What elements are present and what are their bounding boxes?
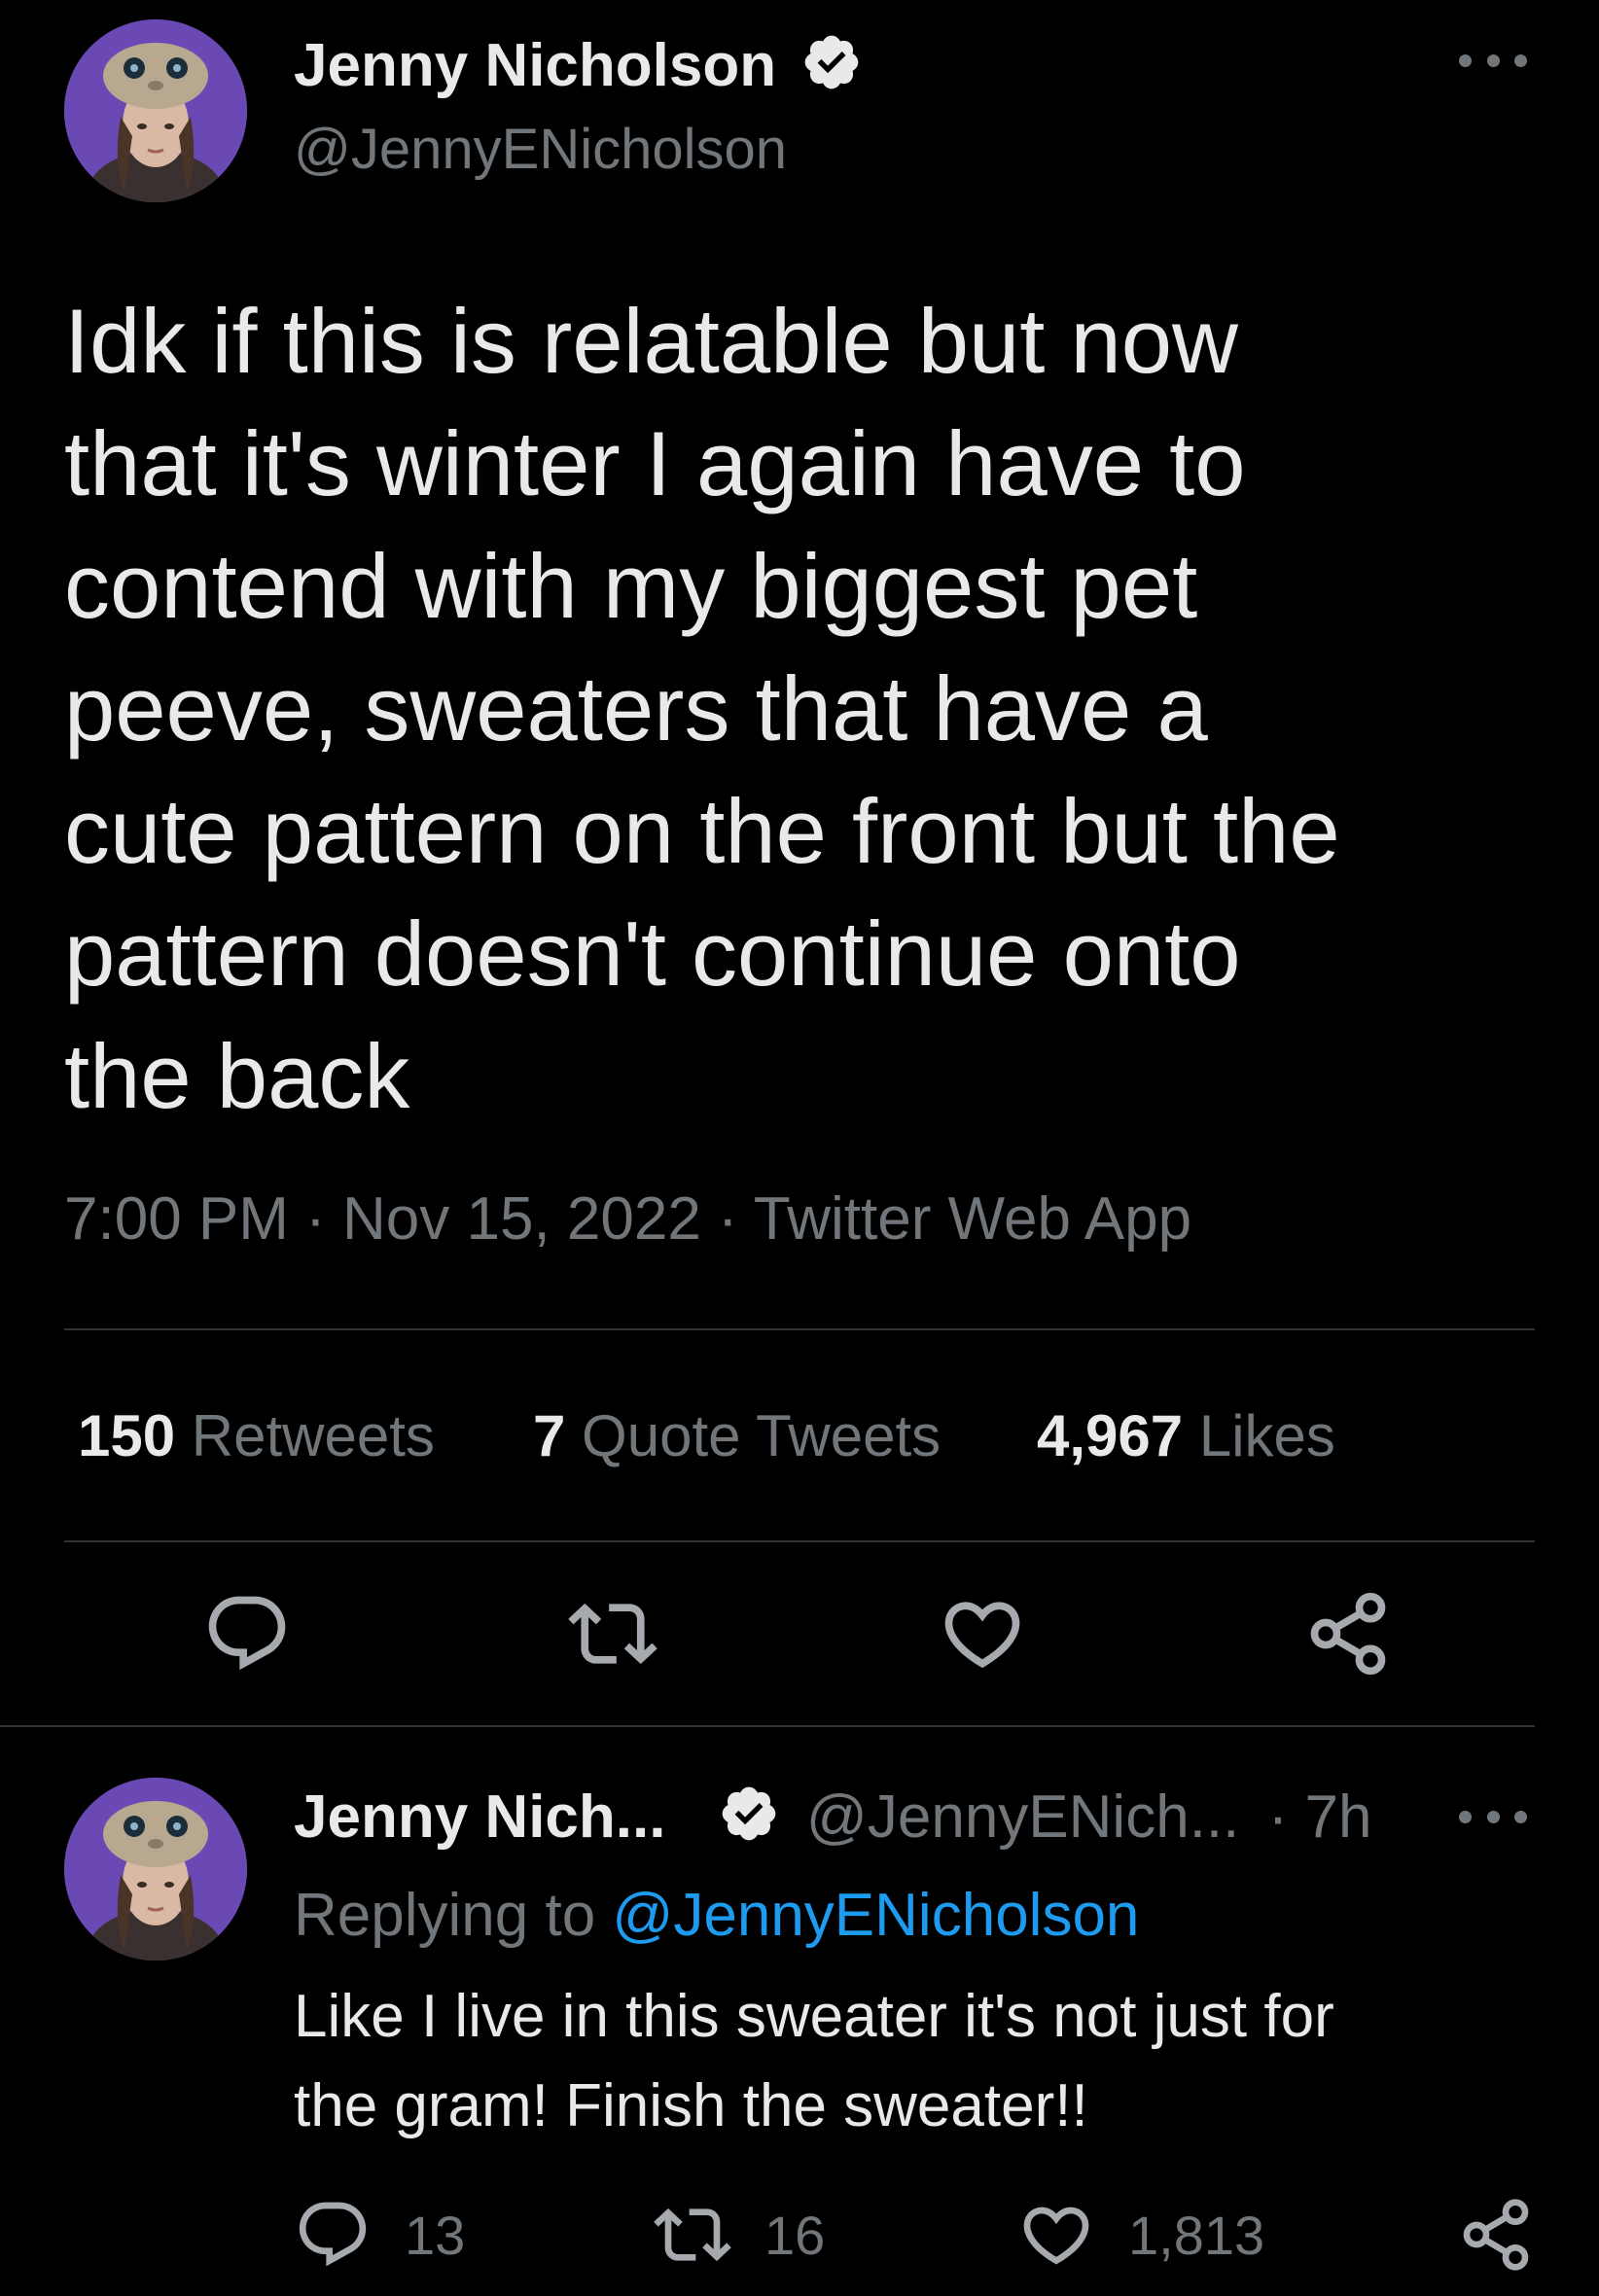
reply-icon [208, 1596, 286, 1671]
share-icon [1310, 1592, 1386, 1676]
reply-retweet-button[interactable]: 16 [654, 2196, 825, 2274]
reply-reply-button[interactable]: 13 [294, 2196, 465, 2274]
author-name-text: Jenny Nicholson [294, 32, 777, 99]
divider [64, 1540, 1535, 1542]
retweets-stat[interactable]: 150 Retweets [78, 1402, 435, 1469]
reply-header: Jenny Nich... @JennyENich... · 7h [294, 1783, 1371, 1859]
more-options-icon[interactable] [1459, 1807, 1527, 1826]
retweet-count: 16 [764, 2204, 826, 2266]
reply-text: Like I live in this sweater it's not jus… [294, 1983, 1334, 2139]
share-icon [1463, 2199, 1529, 2271]
like-icon [944, 1602, 1020, 1669]
verified-badge-icon [718, 1783, 780, 1859]
reply-count: 13 [405, 2204, 466, 2266]
avatar-image [64, 1778, 247, 1960]
quote-tweets-count: 7 [533, 1403, 566, 1468]
likes-stat[interactable]: 4,967 Likes [1037, 1402, 1335, 1469]
replying-to-link[interactable]: @JennyENicholson [612, 1882, 1139, 1949]
tweet-timestamp[interactable]: 7:00 PM · Nov 15, 2022 · Twitter Web App [64, 1184, 1191, 1254]
retweet-icon [654, 2208, 731, 2262]
retweet-button[interactable] [566, 1587, 659, 1680]
tweet-text: Idk if this is relatable but now that it… [64, 290, 1340, 1127]
reply-share-button[interactable] [1457, 2196, 1568, 2274]
reply-author-name[interactable]: Jenny Nich... [294, 1784, 665, 1851]
likes-label: Likes [1198, 1403, 1335, 1468]
like-icon [1023, 2207, 1089, 2265]
replying-prefix: Replying to [294, 1882, 596, 1949]
reply-time[interactable]: · 7h [1268, 1784, 1372, 1851]
author-avatar[interactable] [64, 19, 247, 202]
quote-tweets-stat[interactable]: 7 Quote Tweets [533, 1402, 941, 1469]
retweets-count: 150 [78, 1403, 176, 1468]
share-button[interactable] [1301, 1587, 1395, 1680]
reply-icon [299, 2202, 367, 2267]
retweets-label: Retweets [191, 1403, 435, 1468]
quote-tweets-label: Quote Tweets [582, 1403, 942, 1468]
reply-button[interactable] [200, 1587, 294, 1680]
reply-like-button[interactable]: 1,813 [1017, 2196, 1264, 2274]
author-handle[interactable]: @JennyENicholson [294, 117, 787, 182]
retweet-icon [568, 1603, 657, 1665]
divider [64, 1328, 1535, 1330]
divider [0, 1725, 1535, 1727]
likes-count: 4,967 [1037, 1403, 1184, 1468]
more-options-icon[interactable] [1459, 51, 1527, 70]
avatar-image [64, 19, 247, 202]
reply-author-avatar[interactable] [64, 1778, 247, 1960]
like-button[interactable] [936, 1587, 1029, 1680]
replying-to: Replying to @JennyENicholson [294, 1881, 1139, 1950]
like-count: 1,813 [1128, 2204, 1265, 2266]
author-name[interactable]: Jenny Nicholson [294, 31, 863, 108]
reply-author-handle[interactable]: @JennyENich... [806, 1784, 1239, 1851]
verified-badge-icon [800, 31, 863, 108]
